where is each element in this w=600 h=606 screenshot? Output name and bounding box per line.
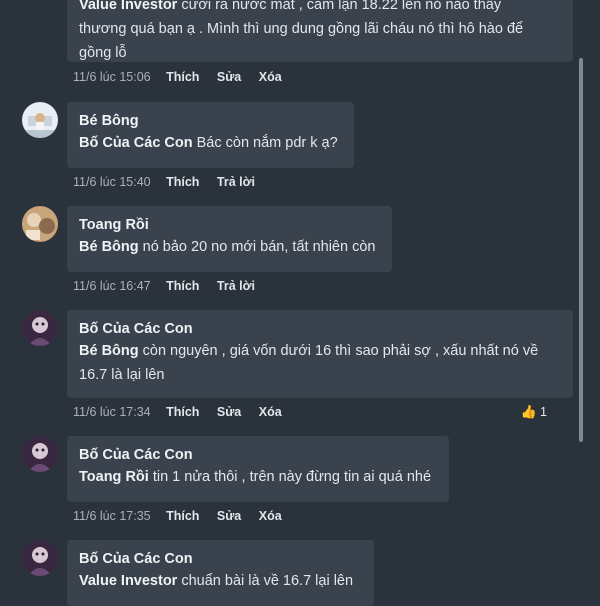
scrollbar[interactable] (579, 58, 583, 442)
comment-text-line: thương quá bạn ạ . Mình thì ung dung gồn… (79, 21, 524, 37)
timestamp[interactable]: 11/6 lúc 15:40 (73, 175, 151, 189)
like-button[interactable]: Thích (166, 405, 199, 419)
mention-tag[interactable]: Value Investor (79, 573, 177, 589)
author-name[interactable]: Bé Bông (79, 111, 342, 131)
like-count-value: 1 (540, 405, 547, 419)
comment-text-line: 16.7 là lại lên (79, 367, 165, 383)
thumbs-up-icon: 👍 (520, 404, 538, 419)
comment-text-line: gồng lỗ (79, 45, 127, 61)
avatar-image (22, 310, 58, 346)
timestamp[interactable]: 11/6 lúc 16:47 (73, 279, 151, 293)
author-name[interactable]: Toang Rồi (79, 215, 380, 235)
like-button[interactable]: Thích (166, 279, 199, 293)
avatar-image (22, 540, 58, 576)
comment-bubble: Bố Của Các Con Toang Rồi tin 1 nửa thôi … (67, 436, 449, 502)
comment-meta: 11/6 lúc 17:35 Thích Sửa Xóa (73, 508, 296, 524)
timestamp[interactable]: 11/6 lúc 17:35 (73, 509, 151, 523)
author-name[interactable]: Bố Của Các Con (79, 549, 362, 569)
comment-text: Bố Của Các Con Bác còn nắm pdr k ạ? (79, 131, 342, 155)
avatar[interactable] (22, 540, 58, 576)
avatar-image (22, 436, 58, 472)
like-button[interactable]: Thích (166, 175, 199, 189)
delete-button[interactable]: Xóa (259, 70, 282, 84)
timestamp[interactable]: 11/6 lúc 17:34 (73, 405, 151, 419)
avatar[interactable] (22, 206, 58, 242)
comment-meta: 11/6 lúc 16:47 Thích Trả lời (73, 278, 269, 294)
comment-text: Value Investor cười ra nước mắt , cắm lậ… (79, 0, 561, 17)
avatar-image (22, 102, 58, 138)
avatar[interactable] (22, 102, 58, 138)
comment-text-line: còn nguyên , giá vốn dưới 16 thì sao phả… (142, 343, 539, 359)
mention-tag[interactable]: Bé Bông (79, 343, 139, 359)
comment-text: Bé Bông còn nguyên , giá vốn dưới 16 thì… (79, 339, 561, 363)
comment-bubble: Bố Của Các Con Bé Bông còn nguyên , giá … (67, 310, 573, 398)
edit-button[interactable]: Sửa (217, 70, 241, 84)
comment-bubble: Value Investor cười ra nước mắt , cắm lậ… (67, 0, 573, 62)
author-name[interactable]: Bố Của Các Con (79, 319, 561, 339)
edit-button[interactable]: Sửa (217, 509, 241, 523)
timestamp[interactable]: 11/6 lúc 15:06 (73, 70, 151, 84)
reply-button[interactable]: Trả lời (217, 279, 255, 293)
delete-button[interactable]: Xóa (259, 509, 282, 523)
comment-text: Bé Bông nó bảo 20 no mới bán, tất nhiên … (79, 235, 380, 259)
comment-thread: Value Investor cười ra nước mắt , cắm lậ… (0, 0, 600, 606)
mention-tag[interactable]: Toang Rồi (79, 469, 149, 485)
avatar-image (22, 206, 58, 242)
mention-tag[interactable]: Bố Của Các Con (79, 135, 193, 151)
comment-meta: 11/6 lúc 15:40 Thích Trả lời (73, 174, 269, 190)
comment-text-line: cười ra nước mắt , cắm lận 18.22 lên nó … (181, 0, 502, 13)
comment-text-line: tin 1 nửa thôi , trên này đừng tin ai qu… (152, 469, 432, 485)
like-count[interactable]: 👍 1 (521, 404, 547, 420)
comment-text: Toang Rồi tin 1 nửa thôi , trên này đừng… (79, 465, 437, 489)
edit-button[interactable]: Sửa (217, 405, 241, 419)
avatar[interactable] (22, 310, 58, 346)
comment-bubble: Bố Của Các Con Value Investor chuẩn bài … (67, 540, 374, 606)
like-button[interactable]: Thích (166, 70, 199, 84)
delete-button[interactable]: Xóa (259, 405, 282, 419)
comment-text-line: nó bảo 20 no mới bán, tất nhiên còn (142, 239, 376, 255)
author-name[interactable]: Bố Của Các Con (79, 445, 437, 465)
comment-meta: 11/6 lúc 17:34 Thích Sửa Xóa (73, 404, 296, 420)
comment-meta: 11/6 lúc 15:06 Thích Sửa Xóa (73, 69, 296, 85)
comment-bubble: Bé Bông Bố Của Các Con Bác còn nắm pdr k… (67, 102, 354, 168)
comment-text-line: Bác còn nắm pdr k ạ? (196, 135, 338, 151)
author-name[interactable]: Value Investor (79, 0, 177, 13)
comment-text-line: chuẩn bài là về 16.7 lại lên (177, 573, 354, 589)
mention-tag[interactable]: Bé Bông (79, 239, 139, 255)
comment-bubble: Toang Rồi Bé Bông nó bảo 20 no mới bán, … (67, 206, 392, 272)
avatar[interactable] (22, 436, 58, 472)
like-button[interactable]: Thích (166, 509, 199, 523)
comment-text: Value Investor chuẩn bài là về 16.7 lại … (79, 569, 362, 593)
reply-button[interactable]: Trả lời (217, 175, 255, 189)
